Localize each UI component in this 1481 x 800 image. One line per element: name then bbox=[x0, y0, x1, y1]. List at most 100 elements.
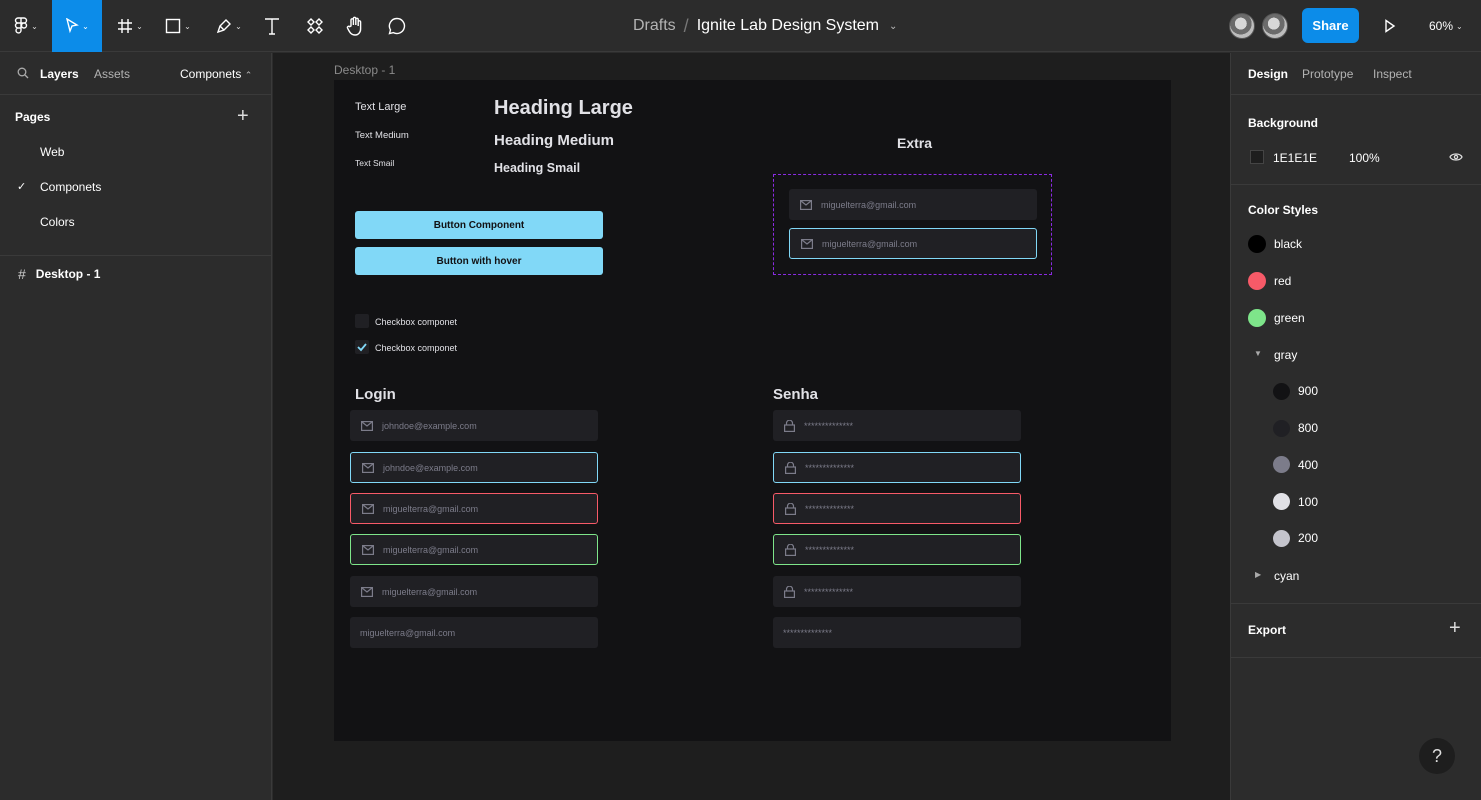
button-hover-component[interactable]: Button with hover bbox=[355, 247, 603, 275]
input-value: miguelterra@gmail.com bbox=[360, 627, 456, 638]
password-input-filled[interactable]: ************** bbox=[773, 576, 1021, 607]
hand-tool-button[interactable] bbox=[342, 0, 368, 52]
text-icon bbox=[265, 18, 279, 35]
color-style-gray-100[interactable]: 100 bbox=[1298, 495, 1318, 509]
zoom-menu[interactable]: 60% ⌄ bbox=[1429, 0, 1463, 52]
document-title[interactable]: Drafts / Ignite Lab Design System ⌄ bbox=[633, 0, 897, 52]
move-tool-button[interactable]: ⌄ bbox=[52, 0, 102, 52]
desktop-frame[interactable]: Text Large Text Medium Text Smail Headin… bbox=[334, 80, 1171, 741]
color-style-black[interactable]: black bbox=[1274, 237, 1302, 251]
password-input-error[interactable]: ************** bbox=[773, 493, 1021, 524]
color-style-gray-800[interactable]: 800 bbox=[1298, 421, 1318, 435]
text-medium-sample[interactable]: Text Medium bbox=[355, 130, 409, 141]
chevron-down-icon[interactable]: ⌄ bbox=[889, 21, 897, 32]
tab-assets[interactable]: Assets bbox=[94, 67, 130, 81]
color-style-gray-900[interactable]: 900 bbox=[1298, 384, 1318, 398]
tab-layers[interactable]: Layers bbox=[40, 67, 79, 81]
eye-icon[interactable] bbox=[1449, 152, 1463, 162]
senha-title[interactable]: Senha bbox=[773, 386, 818, 403]
password-input-no-icon[interactable]: ************** bbox=[773, 617, 1021, 648]
login-input-filled[interactable]: miguelterra@gmail.com bbox=[350, 576, 598, 607]
caret-down-icon[interactable]: ▼ bbox=[1254, 349, 1262, 358]
chevron-down-icon: ⌄ bbox=[184, 21, 191, 31]
checkbox-label: Checkbox componet bbox=[375, 317, 458, 327]
frame-label[interactable]: Desktop - 1 bbox=[334, 63, 395, 77]
heading-small-sample[interactable]: Heading Smail bbox=[494, 161, 580, 175]
envelope-icon bbox=[800, 199, 812, 210]
color-swatch-gray-100[interactable] bbox=[1273, 493, 1290, 510]
login-input-default[interactable]: johndoe@example.com bbox=[350, 410, 598, 441]
present-button[interactable] bbox=[1378, 0, 1402, 52]
frame-tool-button[interactable]: ⌄ bbox=[110, 0, 150, 52]
share-button[interactable]: Share bbox=[1302, 8, 1359, 43]
color-style-gray-200[interactable]: 200 bbox=[1298, 531, 1318, 545]
lock-icon bbox=[784, 585, 795, 598]
comment-tool-button[interactable] bbox=[384, 0, 410, 52]
heading-medium-sample[interactable]: Heading Medium bbox=[494, 132, 614, 149]
lock-icon bbox=[785, 461, 796, 474]
login-input-focus[interactable]: johndoe@example.com bbox=[350, 452, 598, 483]
avatar[interactable] bbox=[1229, 13, 1255, 39]
login-input-success[interactable]: miguelterra@gmail.com bbox=[350, 534, 598, 565]
extra-title[interactable]: Extra bbox=[897, 135, 932, 151]
button-component[interactable]: Button Component bbox=[355, 211, 603, 239]
resources-button[interactable] bbox=[302, 0, 328, 52]
main-menu-button[interactable]: ⌄ bbox=[6, 0, 46, 52]
background-swatch[interactable] bbox=[1250, 150, 1264, 164]
login-input-error[interactable]: miguelterra@gmail.com bbox=[350, 493, 598, 524]
page-item-colors[interactable]: Colors bbox=[40, 215, 75, 229]
color-swatch-red[interactable] bbox=[1248, 272, 1266, 290]
help-button[interactable]: ? bbox=[1419, 738, 1455, 774]
tab-prototype[interactable]: Prototype bbox=[1302, 67, 1353, 81]
background-hex[interactable]: 1E1E1E bbox=[1273, 151, 1317, 165]
color-group-gray[interactable]: gray bbox=[1274, 348, 1297, 362]
login-title[interactable]: Login bbox=[355, 386, 396, 403]
color-swatch-gray-900[interactable] bbox=[1273, 383, 1290, 400]
color-style-red[interactable]: red bbox=[1274, 274, 1291, 288]
checkbox-label: Checkbox componet bbox=[375, 343, 458, 353]
extra-email-input[interactable]: miguelterra@gmail.com bbox=[789, 189, 1037, 220]
color-group-cyan[interactable]: cyan bbox=[1274, 569, 1299, 583]
figma-logo-icon bbox=[14, 17, 28, 34]
color-swatch-gray-200[interactable] bbox=[1273, 530, 1290, 547]
password-input-focus[interactable]: ************** bbox=[773, 452, 1021, 483]
checkbox-checked[interactable] bbox=[355, 340, 369, 354]
lock-icon bbox=[785, 502, 796, 515]
password-input-default[interactable]: ************** bbox=[773, 410, 1021, 441]
extra-email-input-focus[interactable]: miguelterra@gmail.com bbox=[789, 228, 1037, 259]
text-tool-button[interactable] bbox=[258, 0, 286, 52]
rectangle-icon bbox=[165, 18, 181, 34]
login-input-no-icon[interactable]: miguelterra@gmail.com bbox=[350, 617, 598, 648]
background-opacity[interactable]: 100% bbox=[1349, 151, 1380, 165]
color-swatch-black[interactable] bbox=[1248, 235, 1266, 253]
color-swatch-green[interactable] bbox=[1248, 309, 1266, 327]
shape-tool-button[interactable]: ⌄ bbox=[158, 0, 198, 52]
text-small-sample[interactable]: Text Smail bbox=[355, 158, 394, 168]
color-swatch-gray-400[interactable] bbox=[1273, 456, 1290, 473]
right-panel-tabs: Design Prototype Inspect bbox=[1231, 53, 1481, 95]
avatar[interactable] bbox=[1262, 13, 1288, 39]
caret-right-icon[interactable]: ▶ bbox=[1255, 570, 1261, 579]
checkbox-unchecked[interactable] bbox=[355, 314, 369, 328]
page-selector[interactable]: Componets ⌃ bbox=[180, 67, 252, 81]
color-swatch-gray-800[interactable] bbox=[1273, 420, 1290, 437]
text-large-sample[interactable]: Text Large bbox=[355, 101, 406, 113]
lock-icon bbox=[784, 419, 795, 432]
comment-icon bbox=[388, 17, 406, 35]
color-style-green[interactable]: green bbox=[1274, 311, 1305, 325]
password-input-success[interactable]: ************** bbox=[773, 534, 1021, 565]
page-item-componets[interactable]: Componets bbox=[40, 180, 101, 194]
color-style-gray-400[interactable]: 400 bbox=[1298, 458, 1318, 472]
layer-desktop-1[interactable]: # Desktop - 1 bbox=[18, 266, 100, 282]
frame-icon: # bbox=[18, 266, 26, 282]
canvas[interactable]: Desktop - 1 Text Large Text Medium Text … bbox=[273, 53, 1230, 800]
tab-inspect[interactable]: Inspect bbox=[1373, 67, 1412, 81]
add-export-button[interactable]: + bbox=[1449, 617, 1461, 640]
add-page-button[interactable]: + bbox=[237, 105, 249, 128]
drafts-link[interactable]: Drafts bbox=[633, 17, 676, 35]
page-item-web[interactable]: Web bbox=[40, 145, 64, 159]
tab-design[interactable]: Design bbox=[1248, 67, 1288, 81]
search-icon[interactable] bbox=[17, 67, 29, 79]
pen-tool-button[interactable]: ⌄ bbox=[208, 0, 250, 52]
heading-large-sample[interactable]: Heading Large bbox=[494, 97, 633, 120]
